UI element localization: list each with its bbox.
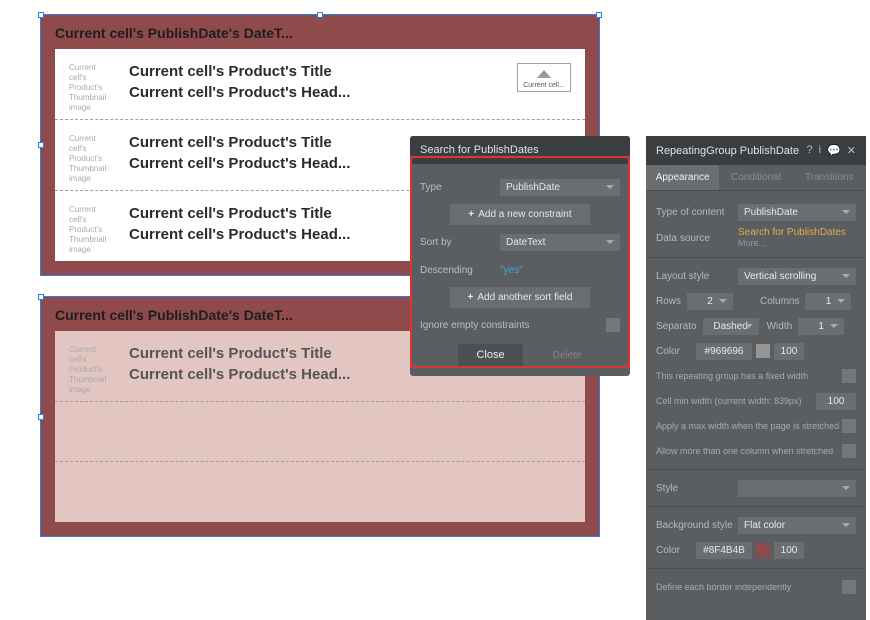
- thumbnail-placeholder: Current cell's Product's Thumbnail image: [69, 63, 114, 113]
- group-header: Current cell's PublishDate's DateT...: [41, 15, 599, 49]
- triangle-up-icon: [537, 70, 551, 78]
- type-select[interactable]: PublishDate: [500, 179, 620, 196]
- bgstyle-label: Background style: [656, 520, 738, 531]
- comment-icon[interactable]: 💬: [827, 144, 841, 157]
- close-icon[interactable]: ✕: [847, 144, 856, 157]
- inspector-panel[interactable]: RepeatingGroup PublishDate ? i 💬 ✕ Appea…: [646, 136, 866, 620]
- triangle-label: Current cell...: [518, 82, 570, 89]
- add-constraint-label: Add a new constraint: [478, 209, 571, 220]
- cellmin-input[interactable]: 100: [816, 393, 856, 410]
- datasource-value[interactable]: Search for PublishDates: [738, 227, 846, 238]
- repeating-cell[interactable]: Current cell's Product's Thumbnail image…: [55, 49, 585, 120]
- add-sort-label: Add another sort field: [477, 292, 572, 303]
- typeofcontent-label: Type of content: [656, 207, 738, 218]
- inspector-title: RepeatingGroup PublishDate: [656, 145, 799, 157]
- ignore-empty-label: Ignore empty constraints: [420, 320, 606, 331]
- help-icon[interactable]: ?: [807, 144, 813, 157]
- border-label: Define each border independently: [656, 582, 842, 592]
- columns-label: Columns: [760, 296, 799, 307]
- repeating-cell[interactable]: [55, 402, 585, 462]
- sortby-select[interactable]: DateText: [500, 234, 620, 251]
- search-panel[interactable]: Search for PublishDates Type PublishDate…: [410, 136, 630, 376]
- descending-value[interactable]: "yes": [500, 265, 620, 276]
- resize-handle[interactable]: [317, 12, 323, 18]
- bgcolor-opacity-input[interactable]: 100: [774, 542, 804, 559]
- descending-label: Descending: [420, 265, 500, 276]
- search-panel-title: Search for PublishDates: [410, 136, 630, 164]
- width-select[interactable]: 1: [798, 318, 844, 335]
- separator-label: Separato: [656, 321, 697, 332]
- rows-label: Rows: [656, 296, 681, 307]
- color-opacity-input[interactable]: 100: [774, 343, 804, 360]
- delete-button[interactable]: Delete: [553, 350, 582, 361]
- resize-handle[interactable]: [38, 294, 44, 300]
- layout-select[interactable]: Vertical scrolling: [738, 268, 856, 285]
- add-constraint-button[interactable]: +Add a new constraint: [450, 204, 590, 225]
- color-label: Color: [656, 346, 696, 357]
- sortby-label: Sort by: [420, 237, 500, 248]
- color-value-input[interactable]: #969696: [696, 343, 752, 360]
- style-select[interactable]: [738, 480, 856, 497]
- type-label: Type: [420, 182, 500, 193]
- triangle-box[interactable]: Current cell...: [517, 63, 571, 92]
- style-label: Style: [656, 483, 738, 494]
- info-icon[interactable]: i: [819, 144, 821, 157]
- border-checkbox[interactable]: [842, 580, 856, 594]
- cellmin-label: Cell min width (current width: 839px): [656, 396, 816, 406]
- separator-select[interactable]: Dashed: [703, 318, 759, 335]
- maxwidth-label: Apply a max width when the page is stret…: [656, 421, 842, 431]
- product-title: Current cell's Product's Title: [129, 63, 571, 80]
- inspector-tabs: Appearance Conditional Transitions: [646, 165, 866, 191]
- datasource-label: Data source: [656, 233, 738, 244]
- rows-select[interactable]: 2: [687, 293, 733, 310]
- typeofcontent-select[interactable]: PublishDate: [738, 204, 856, 221]
- fixedwidth-label: This repeating group has a fixed width: [656, 371, 842, 381]
- morecol-label: Allow more than one column when stretche…: [656, 446, 842, 456]
- morecol-checkbox[interactable]: [842, 444, 856, 458]
- resize-handle[interactable]: [38, 142, 44, 148]
- resize-handle[interactable]: [38, 12, 44, 18]
- thumbnail-placeholder: Current cell's Product's Thumbnail image: [69, 205, 114, 255]
- bgcolor-value-input[interactable]: #8F4B4B: [696, 542, 752, 559]
- color-swatch[interactable]: [756, 344, 770, 358]
- fixedwidth-checkbox[interactable]: [842, 369, 856, 383]
- thumbnail-placeholder: Current cell's Product's Thumbnail image: [69, 345, 114, 395]
- bgcolor-label: Color: [656, 545, 696, 556]
- bgcolor-swatch[interactable]: [756, 543, 770, 557]
- tab-transitions[interactable]: Transitions: [793, 165, 866, 190]
- thumbnail-placeholder: Current cell's Product's Thumbnail image: [69, 134, 114, 184]
- datasource-more[interactable]: More...: [738, 238, 766, 248]
- maxwidth-checkbox[interactable]: [842, 419, 856, 433]
- ignore-empty-checkbox[interactable]: [606, 318, 620, 332]
- columns-select[interactable]: 1: [805, 293, 851, 310]
- width-label: Width: [767, 321, 793, 332]
- repeating-cell[interactable]: [55, 462, 585, 522]
- product-head: Current cell's Product's Head...: [129, 84, 571, 101]
- bgstyle-select[interactable]: Flat color: [738, 517, 856, 534]
- resize-handle[interactable]: [38, 414, 44, 420]
- tab-conditional[interactable]: Conditional: [719, 165, 792, 190]
- layout-label: Layout style: [656, 271, 738, 282]
- resize-handle[interactable]: [596, 12, 602, 18]
- add-sort-button[interactable]: +Add another sort field: [450, 287, 590, 308]
- close-button[interactable]: Close: [458, 344, 522, 366]
- tab-appearance[interactable]: Appearance: [646, 165, 719, 190]
